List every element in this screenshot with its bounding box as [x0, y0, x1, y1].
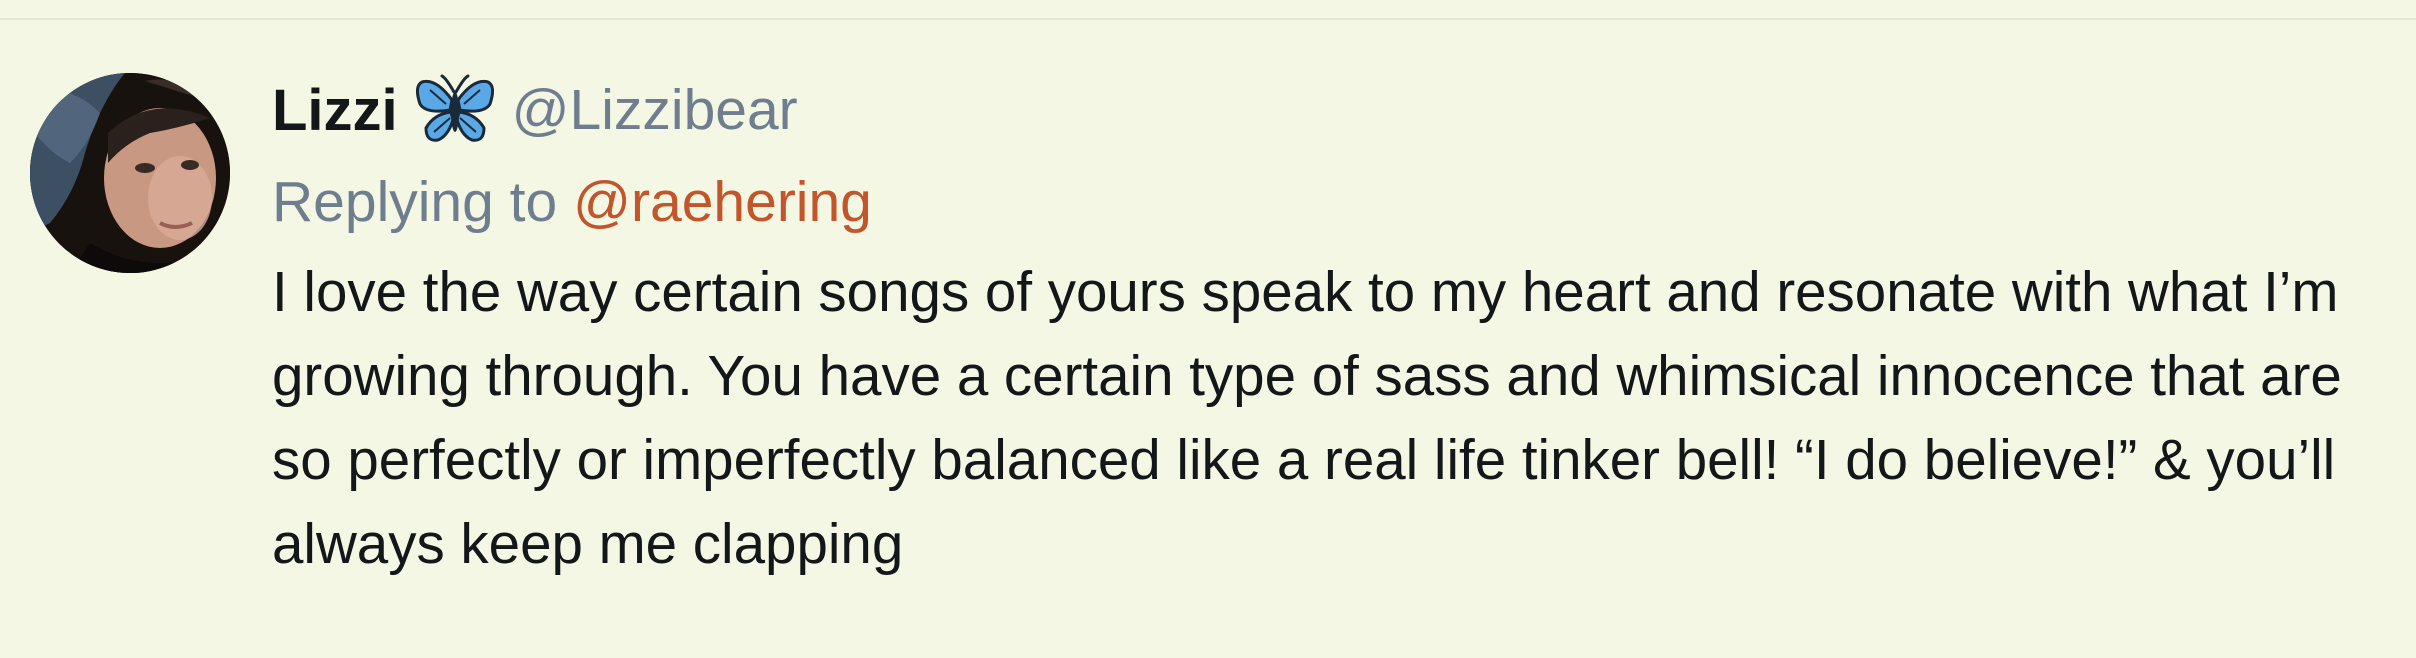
tweet[interactable]: Lizzi @Lizzibear Replying to @raehering … — [0, 20, 2416, 658]
display-name[interactable]: Lizzi — [272, 77, 398, 144]
reply-context: Replying to @raehering — [272, 160, 2382, 244]
tweet-header: Lizzi @Lizzibear — [272, 60, 2382, 160]
butterfly-icon — [415, 74, 494, 146]
replying-to-label: Replying to — [272, 170, 558, 234]
tweet-text: I love the way certain songs of yours sp… — [272, 260, 2342, 575]
top-divider — [0, 0, 2416, 20]
reply-to-link[interactable]: @raehering — [573, 169, 872, 235]
avatar[interactable] — [30, 73, 230, 273]
tweet-content: Lizzi @Lizzibear Replying to @raehering … — [272, 60, 2382, 586]
author-handle[interactable]: @Lizzibear — [512, 77, 798, 143]
avatar-photo — [30, 73, 230, 273]
